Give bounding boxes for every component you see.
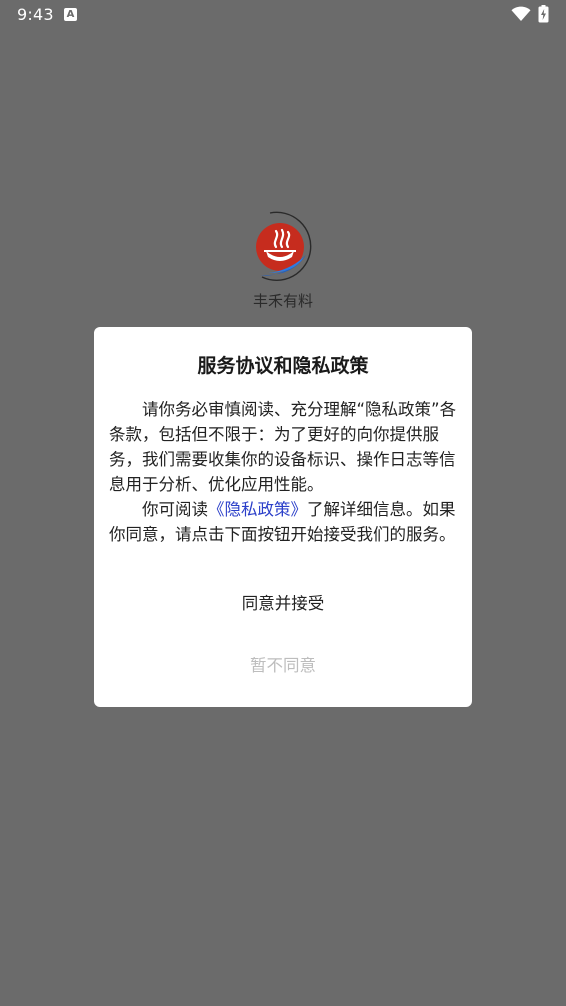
wifi-icon (511, 6, 531, 21)
agree-button[interactable]: 同意并接受 (183, 589, 383, 619)
privacy-dialog: 服务协议和隐私政策 请你务必审慎阅读、充分理解“隐私政策”各条款，包括但不限于：… (94, 327, 472, 707)
battery-charging-icon (538, 5, 549, 23)
disagree-button[interactable]: 暂不同意 (183, 651, 383, 681)
dialog-paragraph-2: 你可阅读《隐私政策》了解详细信息。如果你同意，请点击下面按钮开始接受我们的服务。 (109, 497, 459, 547)
app-logo (248, 205, 322, 285)
paragraph-2-prefix: 你可阅读 (142, 500, 208, 519)
steaming-bowl-logo-icon (256, 211, 312, 282)
privacy-policy-link[interactable]: 《隐私政策》 (208, 500, 307, 519)
app-notification-icon-letter: A (66, 9, 75, 20)
status-time: 9:43 (17, 5, 54, 24)
app-name: 丰禾有料 (252, 292, 313, 310)
app-notification-icon: A (64, 8, 77, 21)
status-bar: 9:43 A (0, 0, 566, 30)
dialog-body: 请你务必审慎阅读、充分理解“隐私政策”各条款，包括但不限于：为了更好的向你提供服… (109, 397, 459, 547)
dialog-paragraph-1: 请你务必审慎阅读、充分理解“隐私政策”各条款，包括但不限于：为了更好的向你提供服… (109, 400, 457, 494)
dialog-title: 服务协议和隐私政策 (197, 355, 369, 377)
